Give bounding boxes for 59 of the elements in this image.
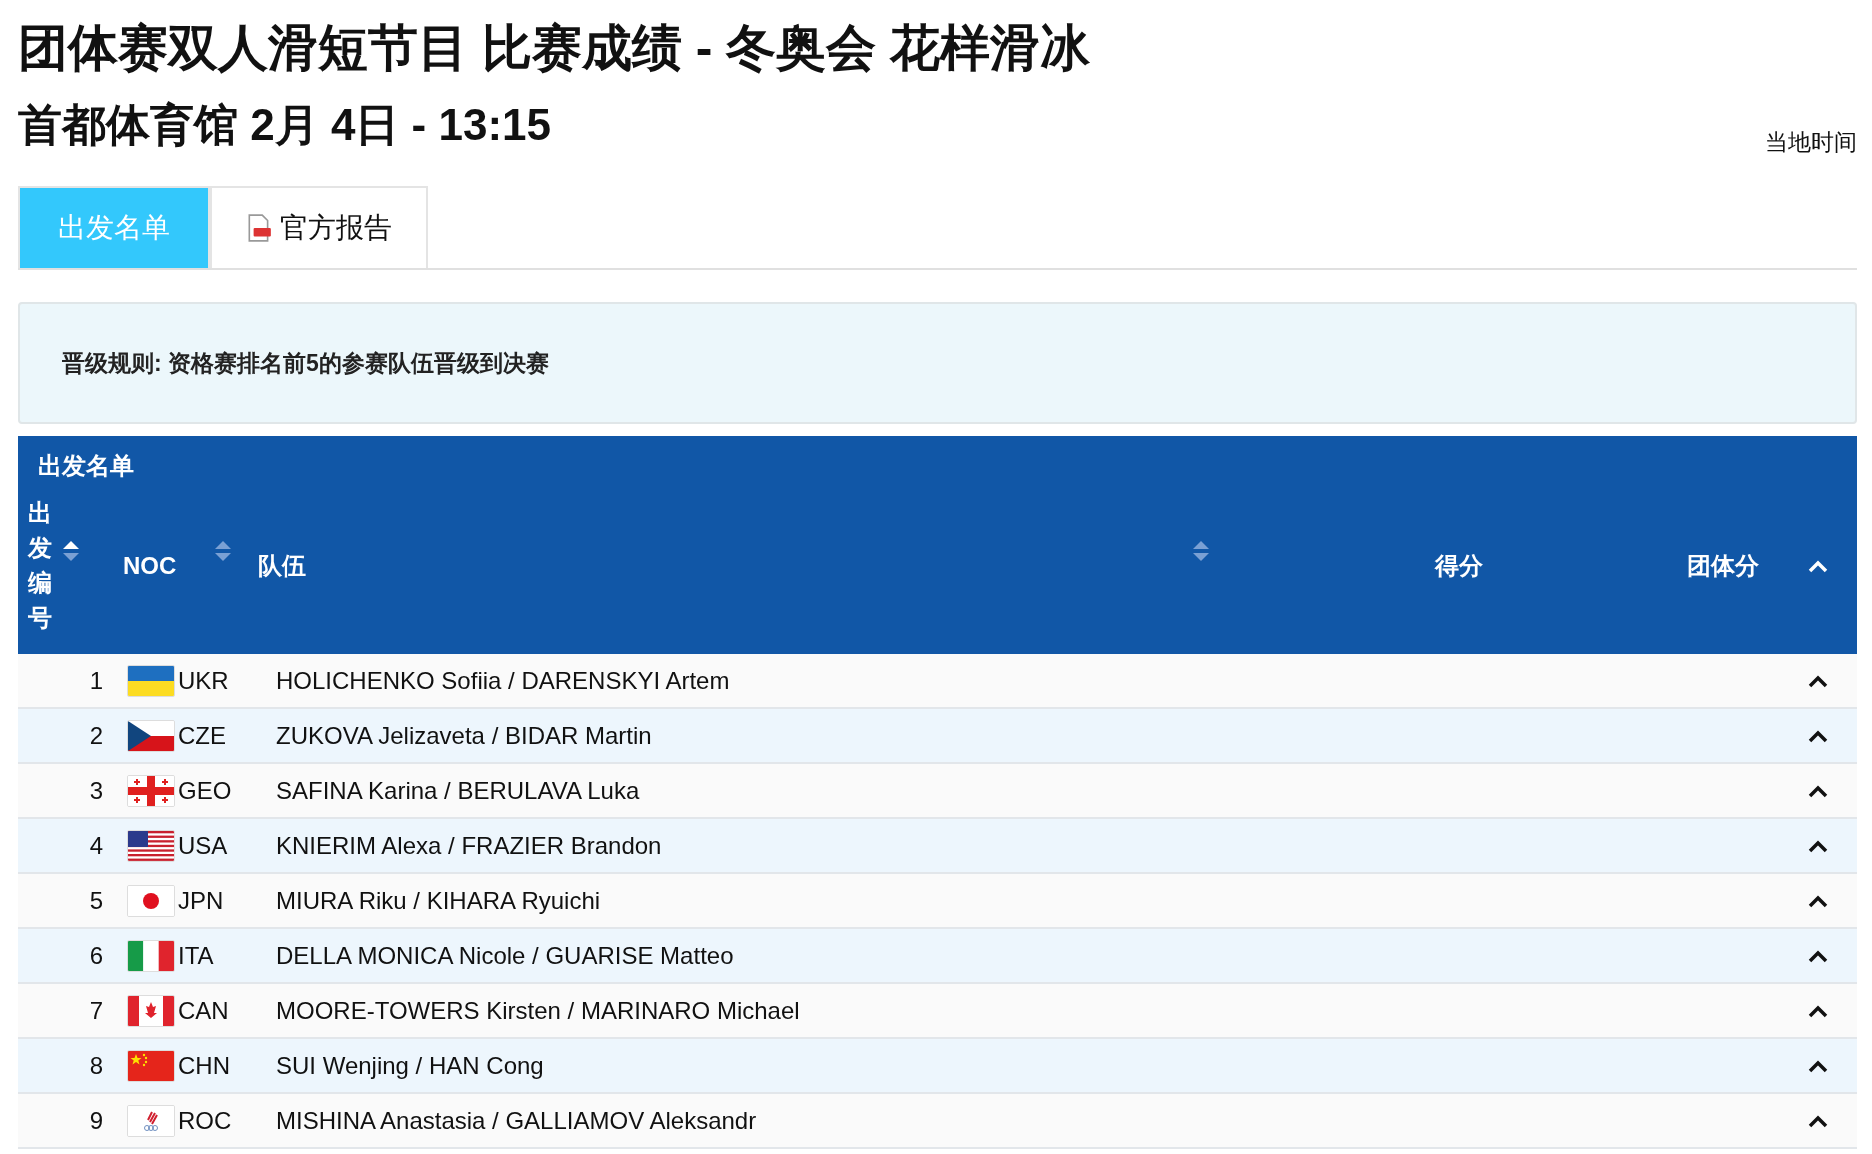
- flag-icon: [127, 664, 175, 697]
- team-name: SAFINA Karina / BERULAVA Luka: [276, 776, 640, 804]
- chevron-up-icon[interactable]: [1808, 893, 1828, 908]
- local-time-note: 当地时间: [1765, 128, 1857, 157]
- chevron-up-icon[interactable]: [1808, 838, 1828, 853]
- team-name: KNIERIM Alexa / FRAZIER Brandon: [276, 831, 662, 859]
- qualification-rule: 晋级规则: 资格赛排名前5的参赛队伍晋级到决赛: [62, 348, 549, 378]
- noc-code: ROC: [178, 1106, 232, 1135]
- start-number: 7: [88, 996, 104, 1025]
- start-number: 6: [88, 941, 104, 970]
- chevron-up-icon[interactable]: [1808, 559, 1828, 573]
- team-name: MOORE-TOWERS Kirsten / MARINARO Michael: [276, 996, 800, 1024]
- noc-code: CHN: [178, 1051, 230, 1080]
- flag-icon: [127, 1104, 175, 1137]
- team-name: MISHINA Anastasia / GALLIAMOV Aleksandr: [276, 1106, 757, 1134]
- document-icon: [246, 214, 272, 242]
- sort-icon[interactable]: [62, 540, 80, 562]
- start-number: 8: [88, 1051, 104, 1080]
- noc-code: ITA: [178, 941, 214, 970]
- flag-icon: [127, 829, 175, 862]
- noc-code: JPN: [178, 886, 224, 915]
- column-header: 团体分: [1687, 551, 1759, 581]
- noc-code: CZE: [178, 721, 226, 750]
- start-number: 5: [88, 886, 104, 915]
- team-name: DELLA MONICA Nicole / GUARISE Matteo: [276, 941, 734, 969]
- team-name: HOLICHENKO Sofiia / DARENSKYI Artem: [276, 666, 730, 694]
- team-name: SUI Wenjing / HAN Cong: [276, 1051, 544, 1079]
- flag-icon: [127, 884, 175, 917]
- tab[interactable]: 官方报告: [210, 186, 428, 268]
- page-title: 团体赛双人滑短节目 比赛成绩 - 冬奥会 花样滑冰: [18, 19, 1091, 78]
- column-header: 出发编号: [28, 498, 52, 633]
- start-number: 2: [88, 721, 104, 750]
- start-number: 3: [88, 776, 104, 805]
- noc-code: USA: [178, 831, 228, 860]
- column-header: 队伍: [258, 551, 306, 581]
- flag-icon: [127, 1049, 175, 1082]
- chevron-up-icon[interactable]: [1808, 948, 1828, 963]
- team-name: ZUKOVA Jelizaveta / BIDAR Martin: [276, 721, 652, 749]
- chevron-up-icon[interactable]: [1808, 1058, 1828, 1073]
- table-title: 出发名单: [37, 451, 134, 481]
- start-number: 4: [88, 831, 104, 860]
- chevron-up-icon[interactable]: [1808, 728, 1828, 743]
- noc-code: GEO: [178, 776, 232, 805]
- flag-icon: [127, 939, 175, 972]
- flag-icon: [127, 774, 175, 807]
- venue-date-time: 首都体育馆 2月 4日 - 13:15: [18, 99, 553, 151]
- noc-code: CAN: [178, 996, 229, 1025]
- start-number: 9: [88, 1106, 104, 1135]
- flag-icon: [127, 994, 175, 1027]
- chevron-up-icon[interactable]: [1808, 783, 1828, 798]
- column-header: 得分: [1435, 551, 1483, 581]
- start-number: 1: [88, 666, 104, 695]
- flag-icon: [127, 719, 175, 752]
- team-name: MIURA Riku / KIHARA Ryuichi: [276, 886, 601, 914]
- column-header: NOC: [123, 552, 177, 580]
- chevron-up-icon[interactable]: [1808, 1113, 1828, 1128]
- chevron-up-icon[interactable]: [1808, 1003, 1828, 1018]
- chevron-up-icon[interactable]: [1808, 673, 1828, 688]
- noc-code: UKR: [178, 666, 229, 695]
